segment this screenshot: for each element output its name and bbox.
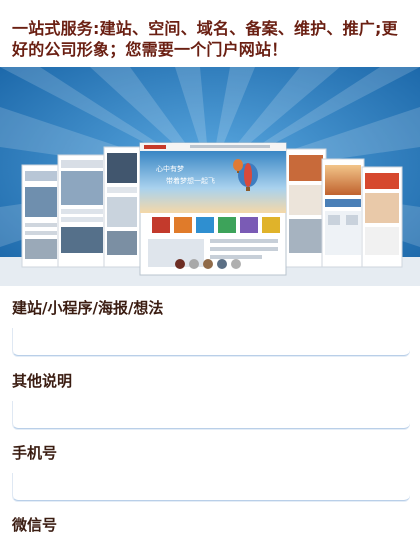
field-label-project-type: 建站/小程序/海报/想法 xyxy=(12,299,164,317)
field-label-notes: 其他说明 xyxy=(12,372,73,390)
field-label-wechat: 微信号 xyxy=(12,516,58,534)
field-label-phone: 手机号 xyxy=(12,444,58,462)
notes-input[interactable] xyxy=(12,401,410,429)
project-type-input[interactable] xyxy=(12,328,410,356)
phone-input[interactable] xyxy=(12,473,410,501)
contact-form: 建站/小程序/海报/想法 其他说明 手机号 微信号 xyxy=(0,0,420,553)
